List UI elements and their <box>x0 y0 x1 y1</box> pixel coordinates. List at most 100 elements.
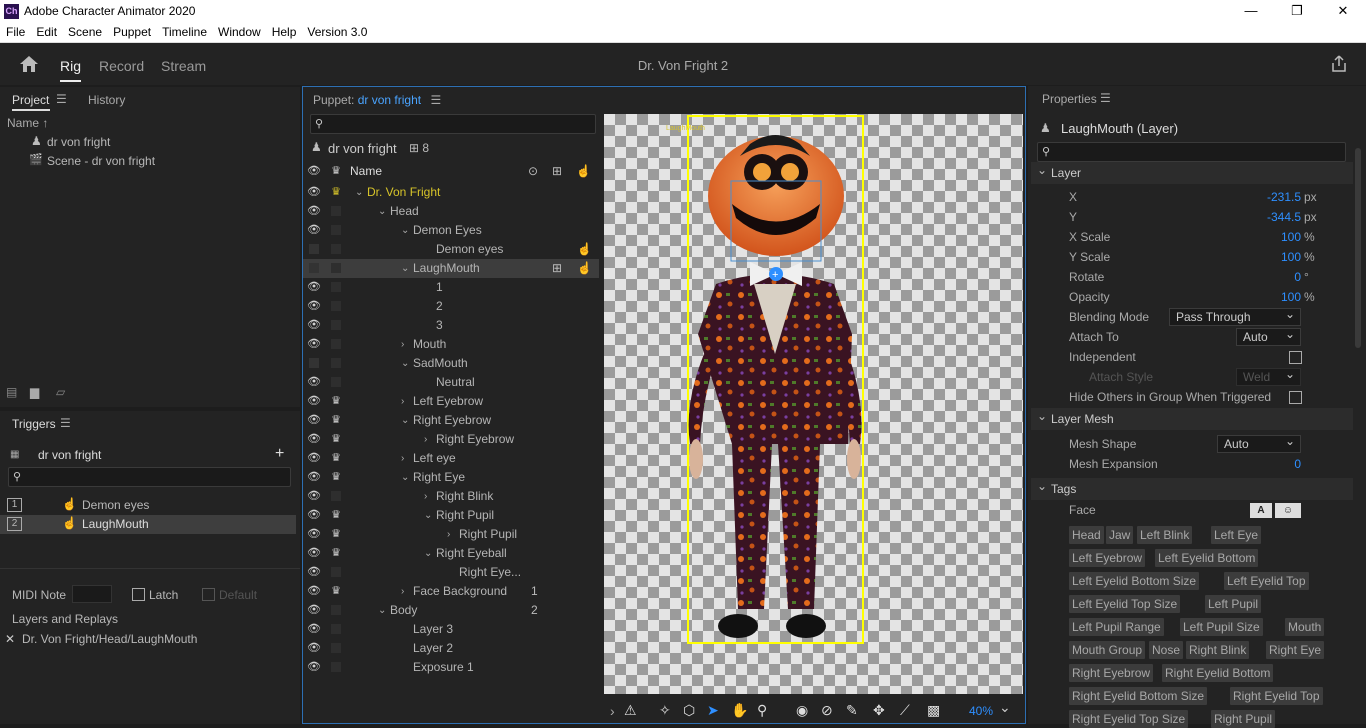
crown-off-box[interactable] <box>331 320 341 330</box>
visibility-eye-icon[interactable]: 👁 <box>307 601 321 620</box>
crown-off-box[interactable] <box>331 491 341 501</box>
visibility-eye-icon[interactable]: 👁 <box>307 468 321 487</box>
handle-tool-icon[interactable]: ⊘ <box>821 702 833 719</box>
crown-off-box[interactable] <box>331 225 341 235</box>
puppet-menu-icon[interactable]: ☰ <box>430 93 441 107</box>
expand-chevron-icon[interactable]: › <box>401 392 404 411</box>
independent-checkbox[interactable] <box>1289 351 1302 364</box>
new-item-icon[interactable]: ▱ <box>56 385 65 399</box>
crown-off-box[interactable] <box>331 567 341 577</box>
visibility-off-box[interactable] <box>309 358 319 368</box>
dragger-tool-icon[interactable]: ✥ <box>873 702 885 719</box>
visibility-off-box[interactable] <box>309 244 319 254</box>
home-icon[interactable] <box>19 55 39 73</box>
prop-y-value[interactable]: -344.5 <box>1267 207 1301 227</box>
tab-stream[interactable]: Stream <box>161 58 206 74</box>
tag-chip[interactable]: Right Eyelid Bottom <box>1162 664 1274 682</box>
tab-history[interactable]: History <box>88 93 125 107</box>
project-column-name[interactable]: Name ↑ <box>7 116 48 130</box>
crown-icon[interactable]: ♛ <box>329 582 343 601</box>
menu-timeline[interactable]: Timeline <box>156 22 212 43</box>
layer-row[interactable]: 👁 ♛ ⌄ Right Eye <box>303 468 599 487</box>
visibility-eye-icon[interactable]: 👁 <box>307 411 321 430</box>
layer-row[interactable]: 👁 ♛ ⌄ Dr. Von Fright <box>303 183 599 202</box>
menu-window[interactable]: Window <box>212 22 266 43</box>
layer-row[interactable]: 👁 Right Eye... <box>303 563 599 582</box>
project-item-puppet[interactable]: dr von fright <box>47 135 110 149</box>
expand-chevron-icon[interactable]: ⌄ <box>401 221 409 240</box>
prop-opacity-value[interactable]: 100 <box>1281 287 1301 307</box>
layer-row[interactable]: 👁 ⌄ Demon Eyes <box>303 221 599 240</box>
crown-off-box[interactable] <box>331 605 341 615</box>
layer-row[interactable]: 👁 › Mouth <box>303 335 599 354</box>
puppet-search-input[interactable]: ⚲ <box>310 114 596 134</box>
maximize-button[interactable]: ❐ <box>1274 0 1320 22</box>
layer-row[interactable]: ⌄ LaughMouth ⊞ ☝ <box>303 259 599 278</box>
tag-chip[interactable]: Jaw <box>1106 526 1134 544</box>
layer-row[interactable]: 👁 ⌄ Body 2 <box>303 601 599 620</box>
properties-search-input[interactable]: ⚲ <box>1037 142 1346 162</box>
zoom-level[interactable]: 40% <box>969 704 993 718</box>
menu-help[interactable]: Help <box>266 22 302 43</box>
visibility-eye-icon[interactable]: 👁 <box>307 335 321 354</box>
prop-x-value[interactable]: -231.5 <box>1267 187 1301 207</box>
latch-checkbox[interactable] <box>132 588 145 601</box>
layer-row[interactable]: 👁 ♛ ⌄ Right Pupil <box>303 506 599 525</box>
visibility-eye-icon[interactable]: 👁 <box>307 544 321 563</box>
tag-chip[interactable]: Left Blink <box>1137 526 1193 544</box>
visibility-eye-icon[interactable]: 👁 <box>307 202 321 221</box>
expand-chevron-icon[interactable]: › <box>447 525 450 544</box>
visibility-eye-icon[interactable]: 👁 <box>307 430 321 449</box>
tag-chip[interactable]: Left Eye <box>1211 526 1262 544</box>
tag-chip[interactable]: Left Eyelid Top Size <box>1069 595 1181 613</box>
layer-row[interactable]: 👁 ♛ ⌄ Right Eyebrow <box>303 411 599 430</box>
expand-chevron-icon[interactable]: ⌄ <box>401 259 409 278</box>
prop-mesh-expansion-value[interactable]: 0 <box>1294 454 1301 474</box>
crown-off-box[interactable] <box>331 244 341 254</box>
visibility-eye-icon[interactable]: 👁 <box>307 449 321 468</box>
expand-chevron-icon[interactable]: › <box>424 487 427 506</box>
mesh-shape-select[interactable]: Auto <box>1217 433 1301 453</box>
layer-row[interactable]: 👁 3 <box>303 316 599 335</box>
tag-chip[interactable]: Right Eyelid Top Size <box>1069 710 1189 728</box>
crown-icon[interactable]: ♛ <box>329 411 343 430</box>
triggers-menu-icon[interactable]: ☰ <box>60 416 71 430</box>
expand-chevron-icon[interactable]: ⌄ <box>378 202 386 221</box>
crown-icon[interactable]: ♛ <box>329 468 343 487</box>
checkerboard-icon[interactable]: ▩ <box>927 702 940 719</box>
stick-tool-icon[interactable]: ⟋ <box>900 702 910 719</box>
close-button[interactable]: ✕ <box>1320 0 1366 22</box>
visibility-eye-icon[interactable]: 👁 <box>307 525 321 544</box>
layer-row[interactable]: 👁 ♛ › Left eye <box>303 449 599 468</box>
tag-chip[interactable]: Right Pupil <box>1211 710 1276 728</box>
origin-tool-icon[interactable]: ◉ <box>796 702 808 719</box>
section-layer-mesh[interactable]: Layer Mesh <box>1031 405 1353 430</box>
visibility-eye-icon[interactable]: 👁 <box>307 392 321 411</box>
mesh-tool-icon[interactable]: ✧ <box>659 702 671 719</box>
puppet-canvas[interactable]: LaughMouth + <box>604 114 1023 694</box>
zoom-dropdown-icon[interactable]: ⌄ <box>999 699 1011 716</box>
tag-chip[interactable]: Left Pupil <box>1205 595 1262 613</box>
project-menu-icon[interactable]: ☰ <box>56 92 67 106</box>
visibility-eye-icon[interactable]: 👁 <box>307 658 321 677</box>
tag-chip[interactable]: Head <box>1069 526 1104 544</box>
prop-rotate-value[interactable]: 0 <box>1294 267 1301 287</box>
layer-row[interactable]: 👁 › Right Blink <box>303 487 599 506</box>
triggers-search-input[interactable]: ⚲ <box>8 467 291 487</box>
crown-off-box[interactable] <box>331 662 341 672</box>
layer-row[interactable]: 👁 1 <box>303 278 599 297</box>
crown-icon[interactable]: ♛ <box>329 544 343 563</box>
layer-row[interactable]: 👁 ♛ › Left Eyebrow <box>303 392 599 411</box>
tab-rig[interactable]: Rig <box>60 58 82 82</box>
add-trigger-button[interactable]: + <box>275 445 284 463</box>
layer-row[interactable]: 👁 Layer 2 <box>303 639 599 658</box>
tag-chip[interactable]: Mouth Group <box>1069 641 1146 659</box>
pin-tool-icon[interactable]: ✎ <box>846 702 858 719</box>
visibility-eye-icon[interactable]: 👁 <box>307 506 321 525</box>
visibility-eye-icon[interactable]: 👁 <box>307 639 321 658</box>
expand-chevron-icon[interactable]: ⌄ <box>401 468 409 487</box>
visibility-eye-icon[interactable]: 👁 <box>307 297 321 316</box>
hide-others-checkbox[interactable] <box>1289 391 1302 404</box>
layer-row[interactable]: 👁 Neutral <box>303 373 599 392</box>
text-tag-icon[interactable]: A <box>1250 503 1272 518</box>
